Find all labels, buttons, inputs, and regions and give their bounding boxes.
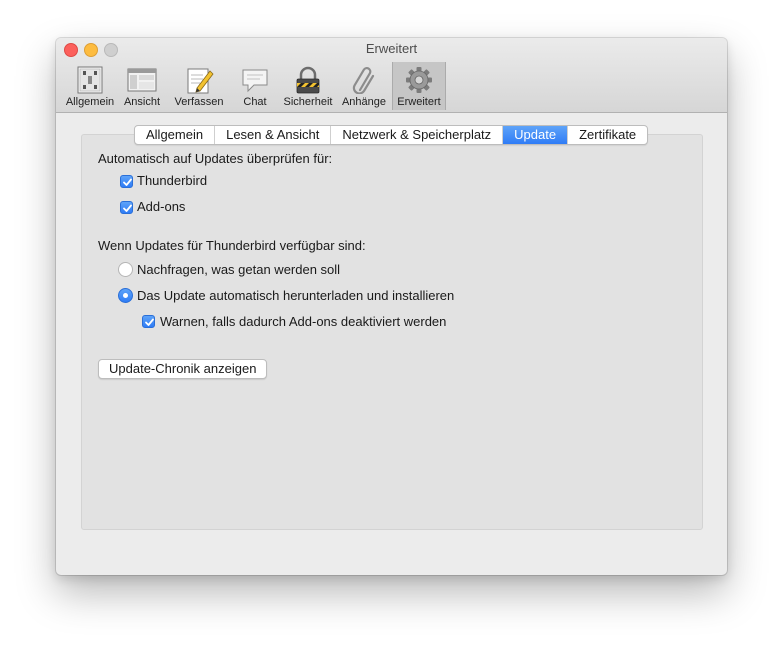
tab-netzwerk-speicherplatz[interactable]: Netzwerk & Speicherplatz — [331, 126, 504, 144]
preferences-window: Erweitert Allgemein Ansicht Verfassen Ch… — [56, 38, 727, 575]
toolbar-item-erweitert[interactable]: Erweitert — [392, 62, 446, 110]
toolbar-item-chat[interactable]: Chat — [234, 62, 276, 110]
check-updates-heading: Automatisch auf Updates überprüfen für: — [98, 151, 333, 166]
checkmark-icon — [123, 178, 132, 186]
checkmark-icon — [145, 318, 154, 326]
toolbar-label-anhaenge: Anhänge — [341, 96, 387, 108]
thunderbird-checkbox-label[interactable]: Thunderbird — [137, 173, 207, 188]
tab-lesen-ansicht[interactable]: Lesen & Ansicht — [215, 126, 332, 144]
tab-allgemein[interactable]: Allgemein — [135, 126, 216, 144]
toolbar-item-allgemein[interactable]: Allgemein — [62, 62, 118, 110]
window-title: Erweitert — [365, 41, 418, 56]
toolbar-item-sicherheit[interactable]: Sicherheit — [280, 62, 336, 110]
title-bar: Erweitert Allgemein Ansicht Verfassen Ch… — [56, 38, 727, 113]
pencil-paper-icon — [187, 68, 214, 94]
chat-bubble-icon — [242, 69, 268, 93]
warn-addons-checkbox-label[interactable]: Warnen, falls dadurch Add-ons deaktivier… — [160, 314, 446, 329]
padlock-icon — [296, 66, 320, 94]
paperclip-icon — [352, 67, 375, 94]
toolbar-label-sicherheit: Sicherheit — [283, 96, 333, 108]
toolbar-item-anhaenge[interactable]: Anhänge — [338, 62, 390, 110]
preferences-tabs: Allgemein Lesen & Ansicht Netzwerk & Spe… — [134, 125, 649, 145]
toolbar-label-allgemein: Allgemein — [65, 96, 115, 108]
toolbar-label-verfassen: Verfassen — [174, 96, 224, 108]
window-layout-icon — [127, 68, 157, 92]
tab-content-panel — [81, 134, 703, 530]
checkmark-icon — [123, 204, 132, 212]
addons-checkbox-label[interactable]: Add-ons — [137, 199, 185, 214]
auto-install-radio-label[interactable]: Das Update automatisch herunterladen und… — [137, 288, 454, 303]
ask-radio-label[interactable]: Nachfragen, was getan werden soll — [137, 262, 340, 277]
update-history-button[interactable]: Update-Chronik anzeigen — [98, 359, 268, 379]
when-updates-heading: Wenn Updates für Thunderbird verfügbar s… — [98, 238, 366, 253]
gear-icon — [406, 67, 432, 93]
auto-install-radio[interactable] — [118, 288, 133, 303]
ask-radio[interactable] — [118, 262, 133, 277]
thunderbird-checkbox[interactable] — [120, 175, 133, 188]
toolbar-label-ansicht: Ansicht — [123, 96, 161, 108]
tab-update[interactable]: Update — [503, 126, 569, 144]
tab-zertifikate[interactable]: Zertifikate — [568, 126, 647, 144]
toolbar-label-erweitert: Erweitert — [397, 96, 441, 108]
toolbar-item-ansicht[interactable]: Ansicht — [120, 62, 164, 110]
switch-panel-icon — [77, 66, 103, 94]
toolbar-item-verfassen[interactable]: Verfassen — [172, 62, 226, 110]
toolbar-label-chat: Chat — [243, 96, 267, 108]
addons-checkbox[interactable] — [120, 201, 133, 214]
warn-addons-checkbox[interactable] — [142, 315, 155, 328]
